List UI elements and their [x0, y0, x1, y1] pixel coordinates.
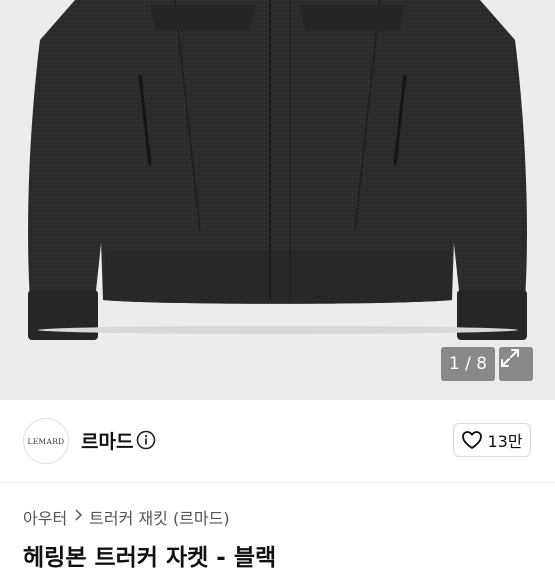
product-title: 헤링본 트러커 자켓 - 블랙: [23, 545, 277, 571]
jacket-photo: [28, 0, 527, 340]
like-button[interactable]: 13만: [453, 423, 531, 457]
product-image-gallery[interactable]: 1 / 8: [0, 0, 555, 400]
expand-arrows-icon: [501, 349, 519, 367]
like-count: 13만: [487, 432, 523, 451]
breadcrumb: 아우터 트러커 재킷 (르마드): [23, 505, 230, 529]
expand-button[interactable]: [499, 347, 533, 381]
breadcrumb-item-subcategory[interactable]: 트러커 재킷 (르마드): [89, 505, 229, 529]
heart-outline-icon: [462, 431, 483, 449]
image-counter: 1 / 8: [441, 347, 495, 381]
breadcrumb-item-category[interactable]: 아우터: [23, 505, 67, 529]
chevron-right-icon: [73, 508, 83, 526]
seller-name[interactable]: 르마드: [81, 427, 133, 454]
info-circle-icon[interactable]: [136, 430, 156, 450]
seller-logo-text: LEMARD: [27, 436, 65, 446]
seller-avatar[interactable]: LEMARD: [23, 418, 69, 464]
seller-bar: LEMARD 르마드 13만: [0, 400, 555, 483]
